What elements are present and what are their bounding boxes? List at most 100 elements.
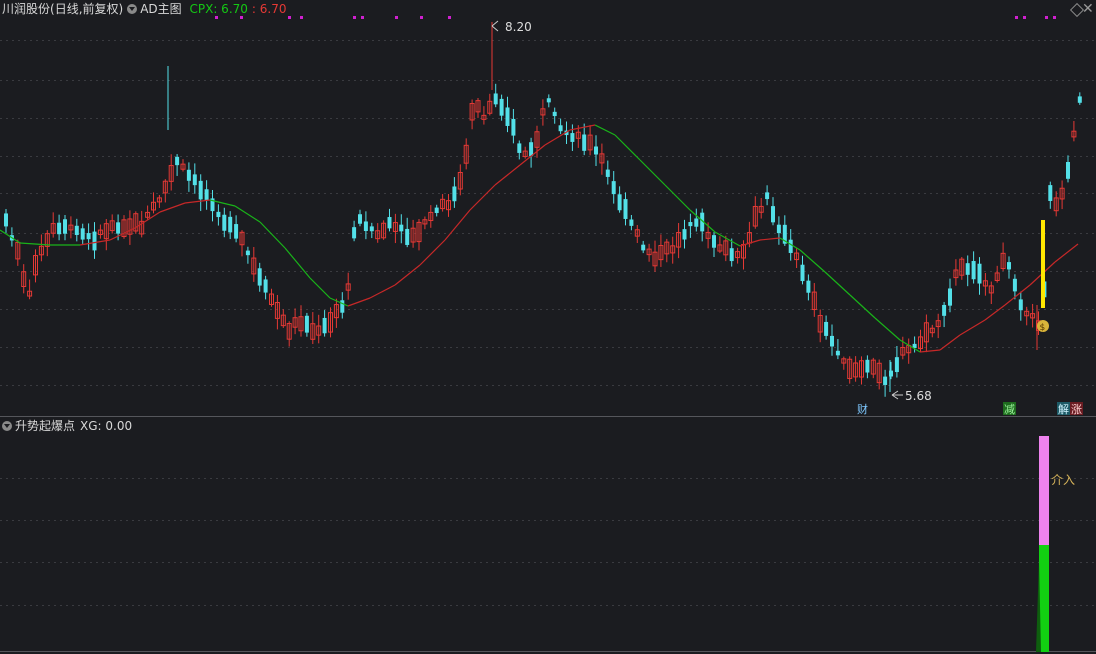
indicator-name[interactable]: AD主图: [140, 0, 181, 18]
event-badge-zhang: 涨: [1071, 403, 1082, 416]
ma-line-segment: [1004, 284, 1031, 306]
money-bag-symbol: $: [1040, 323, 1046, 333]
marker-dot: [1015, 16, 1018, 19]
ma-line-segment: [419, 239, 446, 266]
candle-body-down: [92, 231, 97, 251]
candle-body-down: [623, 199, 628, 219]
chart-canvas[interactable]: 8.20 5.68 财 减 解涨 $ 介入: [0, 0, 1096, 654]
candle-body-down: [729, 248, 734, 262]
marker-dot: [288, 16, 291, 19]
candle-body-down: [216, 211, 221, 218]
candle-body-down: [570, 133, 575, 142]
ma-line-segment: [159, 202, 186, 213]
ma-line-segment: [984, 304, 1006, 321]
stock-name[interactable]: 川润股份: [2, 0, 50, 18]
candle-body-down: [234, 224, 239, 239]
event-badge-jian: 减: [1004, 403, 1015, 416]
ma-line-segment: [639, 159, 666, 186]
candle-body-down: [942, 304, 947, 316]
sub-indicator-name[interactable]: 升势起爆点: [15, 417, 75, 435]
candle-body-down: [965, 263, 970, 275]
ma-line-segment: [309, 277, 331, 299]
candle-body-down: [204, 189, 209, 200]
marker-dot: [448, 16, 451, 19]
candle-body-down: [688, 222, 693, 227]
candle-body-down: [605, 169, 610, 177]
candle-body-down: [322, 317, 327, 334]
candle-body-down: [399, 224, 404, 232]
candle-body-down: [493, 93, 498, 105]
candle-body-down: [499, 98, 504, 116]
dropdown-circle-icon[interactable]: [2, 421, 12, 431]
marker-dot: [300, 16, 303, 19]
xg-value: XG: 0.00: [80, 419, 133, 433]
marker-dot: [353, 16, 356, 19]
candle-body-down: [529, 142, 534, 157]
marker-dot: [1045, 16, 1048, 19]
candle-body-down: [771, 206, 775, 223]
marker-dot: [395, 16, 398, 19]
ma-line-segment: [469, 184, 496, 211]
candle-body-down: [894, 357, 899, 373]
candle-body-down: [257, 268, 262, 286]
candle-body-down: [788, 239, 793, 253]
candle-body-down: [611, 181, 616, 195]
sub-chart-header: 升势起爆点 XG: 0.00: [2, 417, 132, 435]
candle-body-down: [192, 174, 197, 186]
candle-body-down: [4, 213, 8, 227]
close-icon[interactable]: ✕: [1082, 2, 1094, 16]
ma-line-segment: [759, 237, 781, 241]
candle-body-down: [175, 156, 180, 166]
ma-line-segment: [824, 271, 851, 296]
candle-body-down: [712, 235, 716, 248]
marker-dot: [361, 16, 364, 19]
candle-body-down: [369, 226, 374, 232]
candle-body-down: [186, 169, 191, 181]
high-arrow-icon: [491, 20, 499, 32]
candle-body-down: [363, 221, 368, 232]
candle-body-down: [80, 228, 85, 240]
candle-body-down: [948, 288, 952, 306]
candle-body-down: [304, 315, 309, 333]
candle-body-down: [800, 264, 805, 282]
ma-line-segment: [369, 284, 396, 299]
candle-body-down: [198, 180, 203, 200]
candle-body-down: [617, 194, 622, 211]
ma-line-segment: [594, 124, 616, 136]
candle-body-down: [1066, 161, 1070, 179]
event-badge-jie: 解: [1058, 402, 1069, 416]
ma-line-segment: [494, 164, 521, 186]
candle-body-down: [824, 321, 829, 336]
candle-body-down: [245, 250, 250, 256]
ma-line-segment: [849, 294, 876, 319]
cpx-value: : 6.70: [251, 2, 287, 16]
ma-line-segment: [664, 184, 691, 211]
candle-body-down: [222, 214, 227, 231]
candle-body-down: [865, 359, 870, 373]
ma-line-segment: [1054, 243, 1079, 263]
candle-body-down: [883, 376, 888, 385]
candle-body-down: [505, 107, 510, 126]
signal-label: 介入: [1051, 473, 1075, 487]
period-label: (日线,前复权): [50, 2, 124, 16]
candle-body-down: [86, 233, 91, 240]
candle-body-down: [116, 222, 121, 234]
candle-body-down: [263, 279, 268, 293]
candle-body-down: [57, 222, 62, 235]
pink-bar: [1039, 436, 1049, 546]
candle-body-down: [387, 217, 392, 229]
signal-bar: [1041, 220, 1045, 308]
candle-body-down: [641, 244, 646, 251]
marker-dot: [420, 16, 423, 19]
candle-body-down: [830, 335, 834, 347]
candle-body-down: [352, 227, 357, 239]
low-price-label: 5.68: [905, 389, 932, 403]
ma-line-segment: [347, 297, 371, 307]
candle-body-down: [434, 207, 439, 214]
ma-line-segment: [874, 317, 901, 341]
dropdown-circle-icon[interactable]: [127, 4, 138, 14]
candle-body-down: [776, 224, 781, 234]
candle-body-down: [594, 146, 598, 155]
marker-dot: [1023, 16, 1026, 19]
candle-body-down: [1012, 278, 1017, 292]
